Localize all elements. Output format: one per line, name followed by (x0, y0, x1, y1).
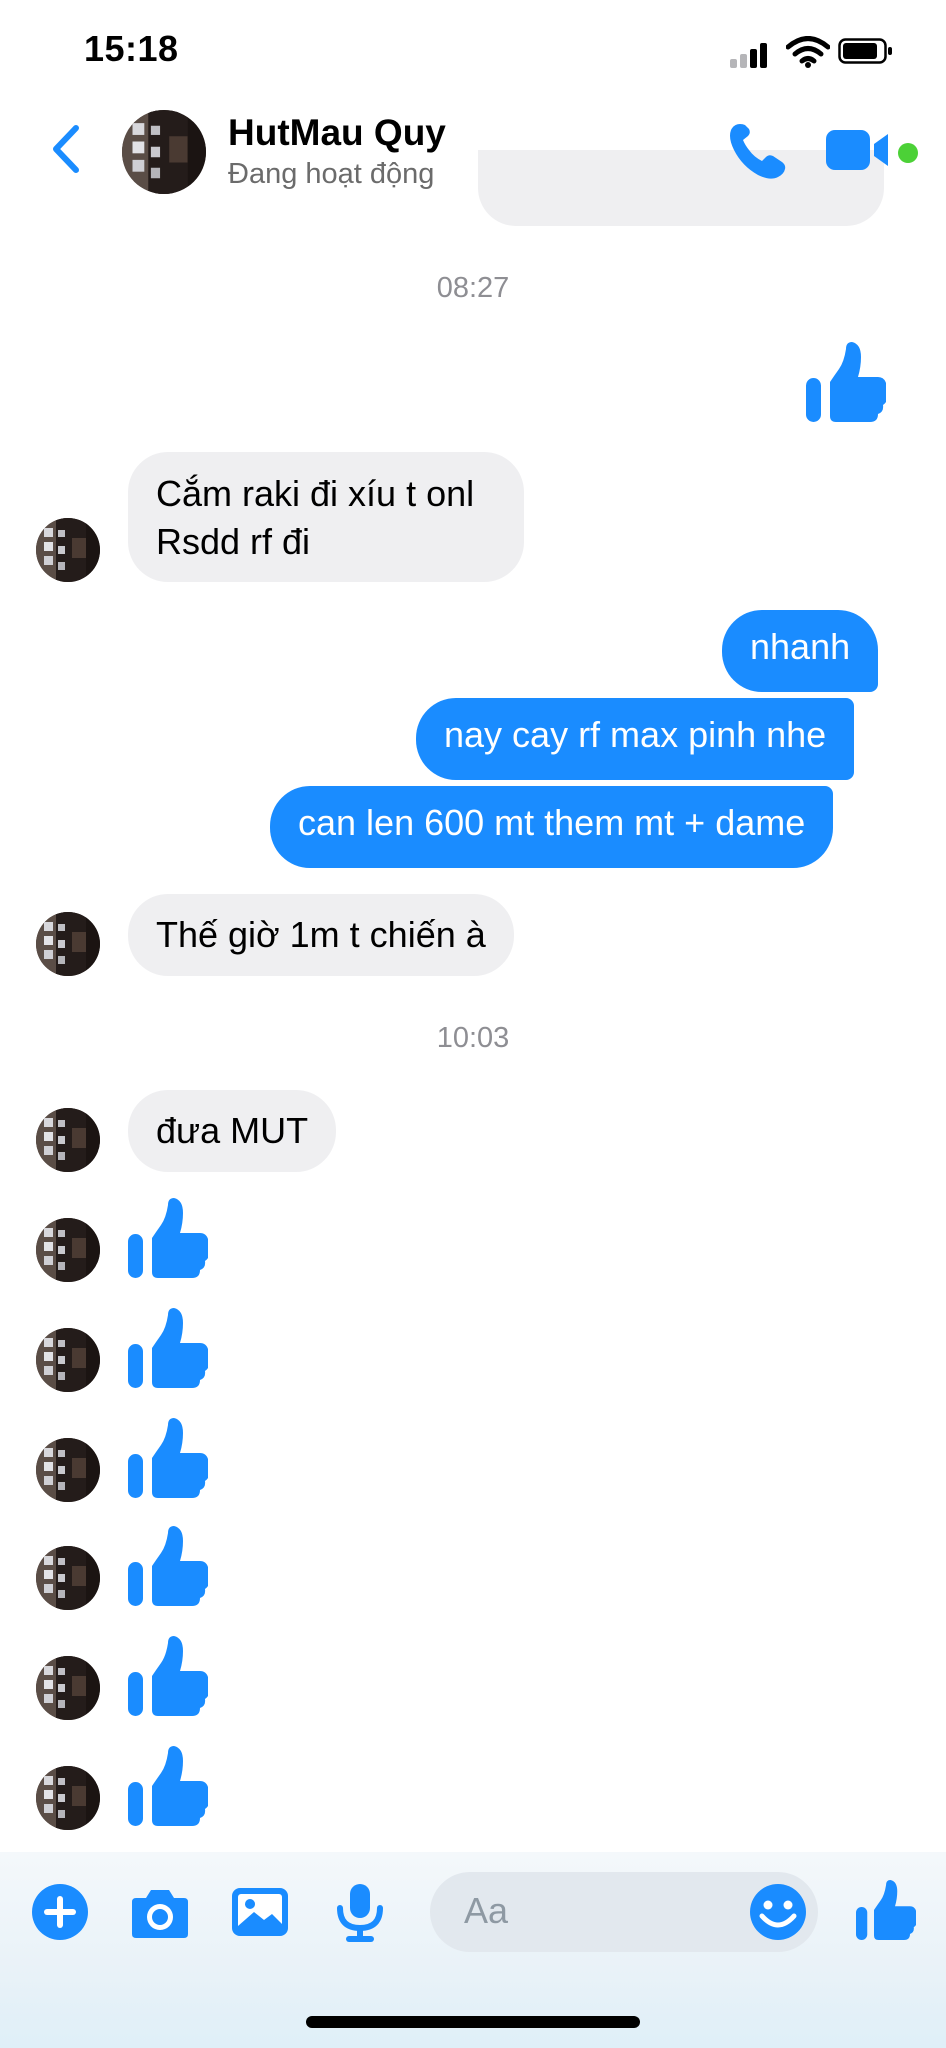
timestamp: 10:03 (436, 1022, 510, 1054)
image-icon[interactable] (228, 1880, 292, 1944)
incoming-message[interactable]: đưa MUT (128, 1090, 337, 1172)
sender-avatar[interactable] (36, 1218, 100, 1282)
sender-avatar[interactable] (36, 912, 100, 976)
sender-avatar[interactable] (36, 518, 100, 582)
thumbs-up-icon (128, 1416, 208, 1500)
sender-avatar[interactable] (36, 1438, 100, 1502)
presence-status: Đang hoạt động (228, 158, 435, 190)
timestamp: 08:27 (436, 272, 510, 304)
sender-avatar[interactable] (36, 1766, 100, 1830)
wifi-icon (786, 36, 830, 68)
plus-icon[interactable] (28, 1880, 92, 1944)
sender-avatar[interactable] (36, 1328, 100, 1392)
thumbs-up-icon (128, 1744, 208, 1828)
back-chevron-icon[interactable] (48, 124, 84, 174)
contact-name[interactable]: HutMau Quy (228, 112, 446, 154)
thumbs-up-icon (806, 340, 886, 424)
sender-avatar[interactable] (36, 1546, 100, 1610)
battery-icon (838, 38, 892, 64)
emoji-icon[interactable] (746, 1880, 810, 1944)
incoming-message[interactable]: Thế giờ 1m t chiến à (128, 894, 514, 976)
incoming-message[interactable]: Cắm raki đi xíu t onl Rsdd rf đi (128, 452, 524, 582)
message-input-placeholder: Aa (464, 1890, 509, 1931)
video-icon[interactable] (826, 126, 890, 174)
camera-icon[interactable] (128, 1880, 192, 1944)
cellular-signal-icon (730, 42, 770, 68)
phone-icon[interactable] (728, 122, 788, 180)
home-indicator (306, 2016, 640, 2028)
contact-avatar[interactable] (122, 110, 206, 194)
online-indicator (898, 143, 918, 163)
message-line: Cắm raki đi xíu t onl (156, 473, 475, 514)
status-time: 15:18 (84, 28, 179, 69)
thumbs-up-icon (128, 1196, 208, 1280)
sender-avatar[interactable] (36, 1656, 100, 1720)
outgoing-message[interactable]: nay cay rf max pinh nhe (416, 698, 855, 780)
outgoing-message[interactable]: nhanh (722, 610, 879, 692)
previous-message-bubble (478, 150, 884, 226)
thumbs-up-icon (128, 1524, 208, 1608)
thumbs-up-icon (128, 1306, 208, 1390)
thumbs-up-icon (128, 1634, 208, 1718)
sender-avatar[interactable] (36, 1108, 100, 1172)
message-line: Rsdd rf đi (156, 521, 311, 562)
microphone-icon[interactable] (328, 1880, 392, 1944)
outgoing-message[interactable]: can len 600 mt them mt + dame (270, 786, 834, 868)
thumbs-up-icon[interactable] (856, 1878, 916, 1942)
